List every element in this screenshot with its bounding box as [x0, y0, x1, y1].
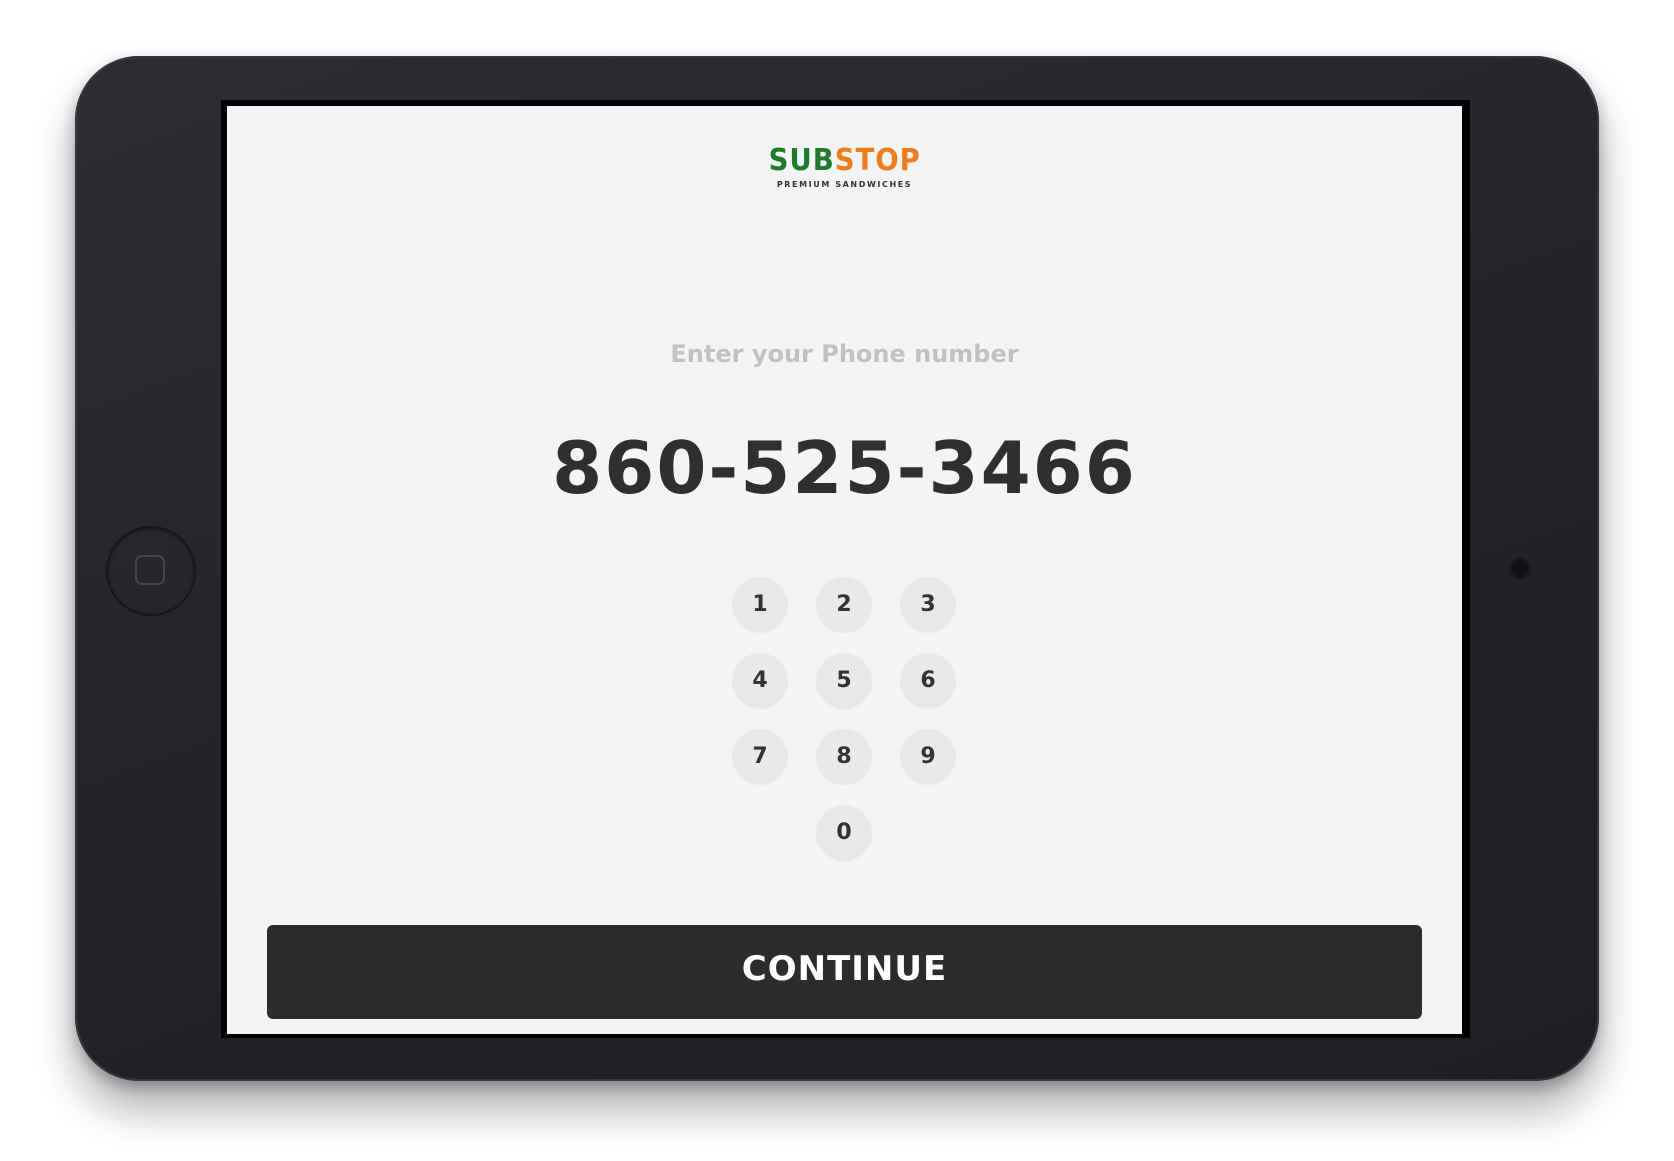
keypad-key-0[interactable]: 0 — [816, 805, 872, 861]
camera-icon — [1509, 558, 1531, 580]
keypad-key-8[interactable]: 8 — [816, 729, 872, 785]
keypad-key-2[interactable]: 2 — [816, 577, 872, 633]
keypad-key-6[interactable]: 6 — [900, 653, 956, 709]
logo-stop-text: STOP — [834, 143, 921, 178]
keypad-key-7[interactable]: 7 — [732, 729, 788, 785]
keypad-key-9[interactable]: 9 — [900, 729, 956, 785]
device-stage: SUBSTOP PREMIUM SANDWICHES Enter your Ph… — [0, 0, 1674, 1161]
keypad-key-3[interactable]: 3 — [900, 577, 956, 633]
brand-logo: SUBSTOP PREMIUM SANDWICHES — [227, 144, 1462, 190]
kiosk-screen: SUBSTOP PREMIUM SANDWICHES Enter your Ph… — [227, 106, 1462, 1034]
logo-wordmark: SUBSTOP — [768, 144, 920, 178]
phone-prompt: Enter your Phone number — [670, 340, 1019, 368]
keypad-key-5[interactable]: 5 — [816, 653, 872, 709]
continue-button[interactable]: CONTINUE — [267, 925, 1422, 1019]
logo-sub-text: SUB — [768, 143, 835, 178]
logo-tagline: PREMIUM SANDWICHES — [776, 180, 913, 189]
home-button-icon — [135, 555, 165, 585]
keypad-key-4[interactable]: 4 — [732, 653, 788, 709]
numeric-keypad: 1 2 3 4 5 6 7 8 9 0 — [732, 577, 956, 861]
phone-number-display: 860-525-3466 — [552, 426, 1137, 510]
home-button[interactable] — [106, 526, 196, 616]
keypad-key-1[interactable]: 1 — [732, 577, 788, 633]
